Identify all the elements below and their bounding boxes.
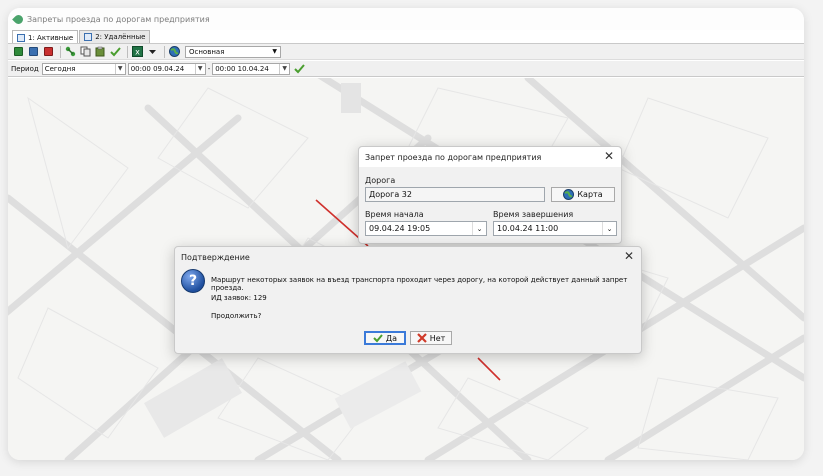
delete-icon — [44, 47, 53, 56]
copy-icon — [80, 46, 91, 57]
title-bar: Запреты проезда по дорогам предприятия — [8, 8, 804, 30]
cross-icon — [416, 333, 427, 343]
end-time-label: Время завершения — [493, 210, 574, 219]
road-restriction-dialog: Запрет проезда по дорогам предприятия ✕ … — [358, 146, 622, 244]
edit-icon — [29, 47, 38, 56]
add-button[interactable] — [12, 45, 25, 58]
layer-select[interactable]: Основная ▼ — [185, 45, 281, 58]
date-from-picker[interactable]: 00:00 09.04.24 ▼ — [127, 62, 206, 75]
yes-button-label: Да — [385, 333, 398, 343]
globe-button[interactable] — [168, 45, 181, 58]
start-time-picker[interactable]: 09.04.24 19:05 ⌄ — [365, 221, 487, 236]
start-time-value: 09.04.24 19:05 — [369, 224, 431, 233]
check-icon — [294, 64, 305, 74]
no-button-label: Нет — [429, 333, 446, 343]
layer-select-value: Основная — [189, 47, 225, 56]
svg-text:x: x — [135, 48, 140, 57]
period-label: Период — [11, 64, 39, 73]
toolbar-separator — [127, 45, 128, 58]
add-icon — [14, 47, 23, 56]
road-dialog-title: Запрет проезда по дорогам предприятия — [365, 152, 542, 162]
list-icon — [84, 33, 93, 41]
app-logo-icon — [12, 12, 25, 26]
confirm-dialog-titlebar: Подтверждение ✕ — [175, 247, 641, 267]
close-icon[interactable]: ✕ — [604, 150, 614, 162]
date-to-picker[interactable]: 00:00 10.04.24 ▼ — [212, 62, 291, 75]
period-select[interactable]: Сегодня ▼ — [41, 62, 126, 75]
chevron-down-icon: ▼ — [279, 63, 289, 74]
request-ids-text: ИД заявок: 129 — [211, 294, 267, 302]
apply-filter-button[interactable] — [294, 63, 305, 74]
continue-question: Продолжить? — [211, 312, 262, 320]
date-separator: - — [207, 64, 211, 73]
chevron-down-icon: ▼ — [272, 48, 277, 55]
toolbar-separator — [164, 45, 165, 58]
window-title: Запреты проезда по дорогам предприятия — [27, 14, 210, 24]
edit-button[interactable] — [27, 45, 40, 58]
end-time-value: 10.04.24 11:00 — [497, 224, 559, 233]
date-to-value: 00:00 10.04.24 — [215, 64, 269, 73]
confirmation-dialog: Подтверждение ✕ ? Маршрут некоторых заяв… — [174, 246, 642, 354]
road-dialog-titlebar: Запрет проезда по дорогам предприятия ✕ — [359, 147, 621, 167]
export-dropdown-button[interactable] — [146, 45, 159, 58]
apply-button[interactable] — [109, 45, 122, 58]
road-field-value: Дорога 32 — [369, 190, 412, 199]
check-icon — [373, 334, 383, 343]
tab-active-label: 1: Активные — [28, 33, 74, 42]
apply-check-icon — [110, 47, 121, 57]
export-excel-icon: x — [132, 46, 143, 57]
road-label: Дорога — [365, 176, 396, 185]
question-icon: ? — [181, 269, 205, 293]
route-button[interactable] — [64, 45, 77, 58]
toolbar: x Основная ▼ — [8, 43, 804, 60]
list-icon — [17, 33, 25, 42]
chevron-down-icon: ▼ — [114, 63, 125, 74]
close-icon[interactable]: ✕ — [624, 250, 634, 262]
tab-active[interactable]: 1: Активные — [12, 30, 79, 44]
tab-deleted-label: 2: Удалённые — [95, 33, 146, 41]
confirm-dialog-title: Подтверждение — [181, 252, 250, 262]
end-time-picker[interactable]: 10.04.24 11:00 ⌄ — [493, 221, 617, 236]
map-button[interactable]: Карта — [551, 187, 615, 202]
tab-strip: 1: Активные 2: Удалённые — [12, 30, 151, 44]
paste-icon — [95, 46, 105, 57]
delete-button[interactable] — [42, 45, 55, 58]
chevron-down-icon: ⌄ — [602, 222, 616, 235]
export-excel-button[interactable]: x — [131, 45, 144, 58]
chevron-down-icon: ▼ — [194, 63, 205, 74]
road-field[interactable]: Дорога 32 — [365, 187, 545, 202]
confirm-message: Маршрут некоторых заявок на въезд трансп… — [211, 276, 628, 292]
map-button-label: Карта — [577, 190, 603, 199]
restricted-road-segment — [477, 357, 501, 381]
start-time-label: Время начала — [365, 210, 424, 219]
no-button[interactable]: Нет — [410, 331, 452, 345]
toolbar-separator — [60, 45, 61, 58]
tab-deleted[interactable]: 2: Удалённые — [79, 30, 151, 43]
period-select-value: Сегодня — [44, 64, 76, 73]
paste-button[interactable] — [94, 45, 107, 58]
chevron-down-icon: ⌄ — [472, 222, 486, 235]
copy-button[interactable] — [79, 45, 92, 58]
yes-button[interactable]: Да — [364, 331, 406, 345]
date-from-value: 00:00 09.04.24 — [130, 64, 185, 73]
globe-icon — [563, 189, 575, 200]
filter-bar: Период Сегодня ▼ 00:00 09.04.24 ▼ - 00:0… — [8, 61, 804, 77]
dropdown-arrow-icon — [149, 50, 156, 54]
route-icon — [65, 46, 76, 57]
globe-icon — [169, 46, 180, 57]
